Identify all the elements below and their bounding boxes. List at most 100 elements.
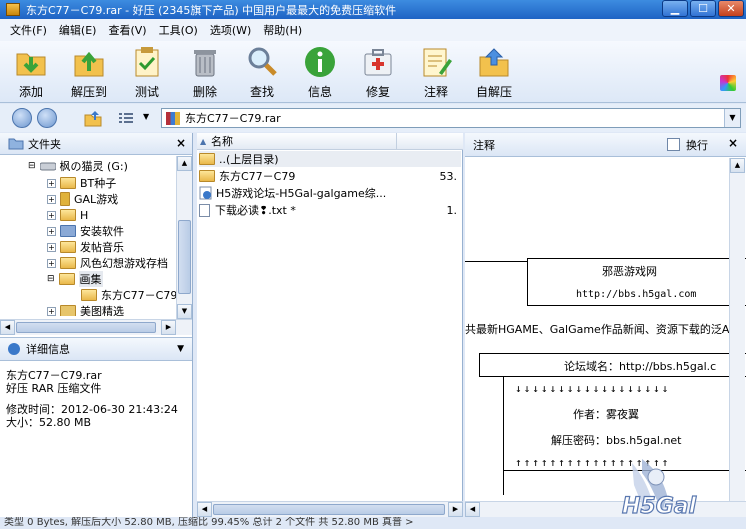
find-button[interactable]: 查找	[234, 45, 290, 101]
test-label: 测试	[134, 85, 159, 99]
find-icon	[248, 47, 277, 76]
tree-item-install[interactable]: + 安装软件	[47, 223, 124, 239]
details-modified: 修改时间：2012-06-30 21:43:24	[6, 403, 178, 416]
collapse-icon[interactable]: ⊟	[28, 161, 36, 171]
details-info-icon	[8, 343, 20, 355]
tree-item-touhou[interactable]: 东方C77－C79	[81, 287, 177, 303]
menu-help[interactable]: 帮助(H)	[257, 22, 308, 38]
menu-edit[interactable]: 编辑(E)	[53, 22, 103, 38]
scroll-up-icon[interactable]: ▲	[177, 156, 192, 171]
skin-palette-icon[interactable]	[720, 75, 736, 91]
scroll-down-icon[interactable]: ▼	[177, 304, 192, 319]
divider-line	[465, 261, 527, 262]
scroll-up-icon[interactable]: ▲	[730, 158, 745, 173]
comment-button[interactable]: 注释	[408, 45, 464, 101]
tree-item-pictures[interactable]: + 美图精选	[47, 303, 124, 316]
extract-to-button[interactable]: 解压到	[61, 45, 117, 101]
folder-icon	[60, 177, 76, 189]
parent-folder-icon	[199, 153, 215, 165]
minimize-button[interactable]: ▁	[662, 0, 688, 17]
sfx-button[interactable]: 自解压	[466, 45, 522, 101]
scroll-right-icon[interactable]: ▶	[448, 502, 463, 517]
comment-panel-header: 注释 换行 ×	[465, 133, 746, 157]
menu-file[interactable]: 文件(F)	[4, 22, 53, 38]
info-label: 信息	[307, 85, 332, 99]
view-mode-icon[interactable]	[118, 111, 134, 125]
file-name: H5游戏论坛-H5Gal-galgame综...	[216, 187, 387, 200]
menu-tools[interactable]: 工具(O)	[153, 22, 204, 38]
comment-close-icon[interactable]: ×	[728, 136, 738, 150]
tree-item-h[interactable]: + H	[47, 207, 88, 223]
file-row-readme[interactable]: 下载必读❢.txt * 1.	[199, 202, 461, 218]
scroll-thumb[interactable]	[178, 220, 191, 294]
menu-options[interactable]: 选项(W)	[204, 22, 257, 38]
expand-icon[interactable]: +	[47, 242, 56, 252]
details-name: 东方C77－C79.rar	[6, 369, 102, 382]
hscroll-thumb[interactable]	[16, 322, 156, 333]
scroll-left-icon[interactable]: ◀	[197, 502, 212, 517]
tree-item-gal[interactable]: + GAL游戏	[47, 191, 118, 207]
column-name-header[interactable]: ▲ 名称	[197, 133, 397, 150]
repair-button[interactable]: 修复	[350, 45, 406, 101]
file-row-parent[interactable]: ..(上层目录)	[199, 151, 461, 167]
tree-item-drive[interactable]: ⊟ 枫の猫灵 (G:)	[28, 158, 128, 174]
file-list-header: ▲ 名称	[197, 133, 463, 150]
drive-icon	[39, 162, 56, 171]
menu-view[interactable]: 查看(V)	[102, 22, 152, 38]
tree-item-label: 枫の猫灵 (G:)	[59, 160, 128, 173]
comment-scrollbar[interactable]: ▲	[729, 158, 745, 513]
expand-icon[interactable]: +	[47, 178, 56, 188]
test-button[interactable]: 测试	[119, 45, 175, 101]
tree-item-artbooks[interactable]: ⊟ 画集	[47, 271, 103, 287]
expand-icon[interactable]: +	[47, 194, 56, 204]
tree-item-bt[interactable]: + BT种子	[47, 175, 116, 191]
expand-icon[interactable]: +	[47, 226, 56, 236]
expand-icon[interactable]: +	[47, 306, 56, 316]
domain-box: 论坛域名：http://bbs.h5gal.c	[479, 353, 746, 377]
file-name: ..(上层目录)	[219, 153, 279, 166]
view-dropdown-icon[interactable]: ▼	[143, 112, 149, 121]
close-button[interactable]: ✕	[718, 0, 744, 17]
add-icon	[16, 53, 46, 76]
expand-icon[interactable]: +	[47, 210, 56, 220]
expand-icon[interactable]: +	[47, 258, 56, 268]
comment-label: 注释	[423, 85, 448, 99]
install-folder-icon	[60, 225, 76, 237]
hscroll-thumb[interactable]	[213, 504, 445, 515]
tree-item-savefiles[interactable]: + 风色幻想游戏存档	[47, 255, 168, 271]
collapse-icon[interactable]: ⊟	[47, 274, 55, 284]
folder-icon	[60, 241, 76, 253]
address-dropdown-icon[interactable]: ▼	[724, 109, 740, 127]
add-button[interactable]: 添加	[3, 45, 59, 101]
details-panel-header: 详细信息 ▼	[0, 337, 192, 361]
file-row-link[interactable]: H5游戏论坛-H5Gal-galgame综...	[199, 185, 461, 201]
h5gal-watermark-logo: H5Gal	[621, 459, 697, 520]
sfx-icon	[479, 48, 509, 77]
scroll-left-icon[interactable]: ◀	[0, 320, 15, 335]
file-name: 东方C77－C79	[219, 170, 296, 183]
scroll-left-icon[interactable]: ◀	[465, 502, 480, 517]
address-field[interactable]: 东方C77－C79.rar ▼	[161, 108, 741, 128]
up-folder-icon[interactable]	[84, 109, 102, 127]
folder-icon	[199, 170, 215, 182]
info-button[interactable]: 信息	[292, 45, 348, 101]
file-row-touhou[interactable]: 东方C77－C79 53.	[199, 168, 461, 184]
folder-tree-hscrollbar[interactable]: ◀ ▶	[0, 319, 192, 335]
delete-button[interactable]: 删除	[177, 45, 233, 101]
back-button[interactable]	[12, 108, 32, 128]
scroll-right-icon[interactable]: ▶	[161, 320, 176, 335]
sfx-label: 自解压	[475, 85, 512, 99]
details-collapse-icon[interactable]: ▼	[177, 344, 184, 354]
tree-item-music[interactable]: + 发帖音乐	[47, 239, 124, 255]
file-list-hscrollbar[interactable]: ◀ ▶	[197, 501, 463, 517]
folder-tree-scrollbar[interactable]: ▲ ▼	[176, 156, 192, 319]
tagline: 共最新HGAME、GalGame作品新闻、资源下载的泛ACG	[465, 323, 746, 336]
file-size: 53.	[439, 169, 458, 183]
details-size: 大小：52.80 MB	[6, 416, 92, 429]
forward-button[interactable]	[37, 108, 57, 128]
open-folder-icon	[58, 273, 75, 285]
maximize-button[interactable]: ☐	[690, 0, 716, 17]
wrap-checkbox[interactable]	[667, 138, 680, 151]
info-icon	[305, 47, 335, 77]
folder-panel-close-icon[interactable]: ×	[176, 136, 186, 150]
